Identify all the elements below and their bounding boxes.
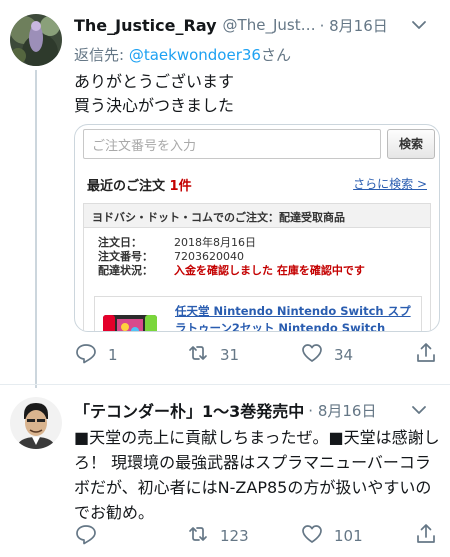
delivery-status-value: 入金を確認しました 在庫を確認中です bbox=[174, 264, 365, 277]
order-box: ヨドバシ・ドット・コムでのご注文：配達受取商品 注文日： 2018年8月16日 … bbox=[83, 203, 431, 332]
order-number-row: 注文番号： 7203620040 bbox=[98, 250, 244, 264]
like-count: 34 bbox=[334, 346, 354, 364]
attached-image[interactable]: ご注文番号を入力 検索 最近のご注文 1件 さらに検索 > ヨドバシ・ドット・コ… bbox=[74, 124, 440, 332]
timestamp[interactable]: · 8月16日 bbox=[308, 400, 376, 421]
timestamp[interactable]: · 8月16日 bbox=[320, 15, 388, 36]
like-button[interactable]: 34 bbox=[300, 340, 353, 370]
avatar[interactable] bbox=[10, 14, 62, 66]
retweet-icon bbox=[186, 341, 210, 369]
reply-button[interactable] bbox=[74, 521, 98, 551]
product-box: 任天堂 Nintendo Nintendo Switch スプラトゥーン2セット… bbox=[94, 296, 422, 332]
order-number-label: 注文番号： bbox=[98, 250, 153, 263]
reply-to-mention[interactable]: @taekwondoer36 bbox=[129, 46, 261, 64]
thread-line bbox=[35, 70, 37, 388]
retweet-icon bbox=[186, 522, 210, 550]
order-number-value: 7203620040 bbox=[174, 250, 244, 263]
retweet-button[interactable]: 123 bbox=[186, 521, 249, 551]
reply-to-line: 返信先: @taekwondoer36さん bbox=[74, 44, 291, 65]
avatar[interactable] bbox=[10, 397, 62, 449]
heart-icon bbox=[300, 522, 324, 550]
tweet-text-line: 買う決心がつきました bbox=[74, 96, 235, 115]
reply-count: 1 bbox=[108, 346, 118, 364]
tweet-2[interactable]: 「テコンダー朴」1〜3巻発売中 · 8月16日 ■天堂の売上に貢献しちまったぜ。… bbox=[0, 385, 450, 557]
order-header: ヨドバシ・ドット・コムでのご注文：配達受取商品 bbox=[84, 204, 430, 228]
order-date-row: 注文日： 2018年8月16日 bbox=[98, 236, 256, 250]
delivery-status-row: 配達状況： 入金を確認しました 在庫を確認中です bbox=[98, 264, 365, 278]
share-icon bbox=[414, 522, 438, 550]
product-name: 任天堂 Nintendo Nintendo Switch スプラトゥーン2セット… bbox=[175, 304, 411, 332]
like-button[interactable]: 101 bbox=[300, 521, 363, 551]
recent-orders-label: 最近のご注文 bbox=[87, 179, 166, 194]
like-count: 101 bbox=[334, 527, 363, 545]
search-button: 検索 bbox=[387, 129, 435, 159]
reply-icon bbox=[74, 341, 98, 369]
reply-to-suffix: さん bbox=[260, 46, 291, 64]
recent-orders-title: 最近のご注文 1件 bbox=[87, 175, 192, 194]
heart-icon bbox=[300, 341, 324, 369]
tweet-text: ■天堂の売上に貢献しちまったぜ。■天堂は感謝しろ！ 現環境の最強武器はスプラマニ… bbox=[74, 428, 440, 522]
share-button[interactable] bbox=[414, 340, 438, 370]
retweet-count: 123 bbox=[220, 527, 249, 545]
user-handle[interactable]: @The_Just… bbox=[223, 16, 316, 34]
chevron-down-icon[interactable] bbox=[408, 399, 430, 421]
delivery-status-label: 配達状況： bbox=[98, 264, 153, 277]
tweet-header: 「テコンダー朴」1〜3巻発売中 · 8月16日 bbox=[74, 399, 440, 421]
retweet-count: 31 bbox=[220, 346, 240, 364]
reply-icon bbox=[74, 522, 98, 550]
order-date-value: 2018年8月16日 bbox=[174, 236, 256, 249]
tweet-text: ありがとうございます 買う決心がつきました bbox=[74, 70, 234, 118]
order-date-label: 注文日： bbox=[98, 236, 142, 249]
order-number-input: ご注文番号を入力 bbox=[83, 129, 381, 159]
display-name[interactable]: 「テコンダー朴」1〜3巻発売中 bbox=[74, 398, 304, 422]
share-button[interactable] bbox=[414, 521, 438, 551]
tweet-actions: 1 31 34 bbox=[74, 340, 450, 370]
reply-button[interactable]: 1 bbox=[74, 340, 118, 370]
share-icon bbox=[414, 341, 438, 369]
tweet-1[interactable]: The_Justice_Ray @The_Just… · 8月16日 返信先: … bbox=[0, 0, 450, 388]
more-search-link: さらに検索 > bbox=[353, 177, 427, 191]
order-count: 1件 bbox=[169, 179, 192, 194]
tweet-actions: 123 101 bbox=[74, 521, 450, 551]
display-name[interactable]: The_Justice_Ray bbox=[74, 16, 217, 35]
product-image bbox=[103, 311, 157, 331]
chevron-down-icon[interactable] bbox=[408, 14, 430, 36]
tweet-header: The_Justice_Ray @The_Just… · 8月16日 bbox=[74, 14, 440, 36]
tweet-text-line: ありがとうございます bbox=[74, 72, 235, 91]
reply-to-prefix: 返信先: bbox=[74, 46, 129, 64]
retweet-button[interactable]: 31 bbox=[186, 340, 239, 370]
